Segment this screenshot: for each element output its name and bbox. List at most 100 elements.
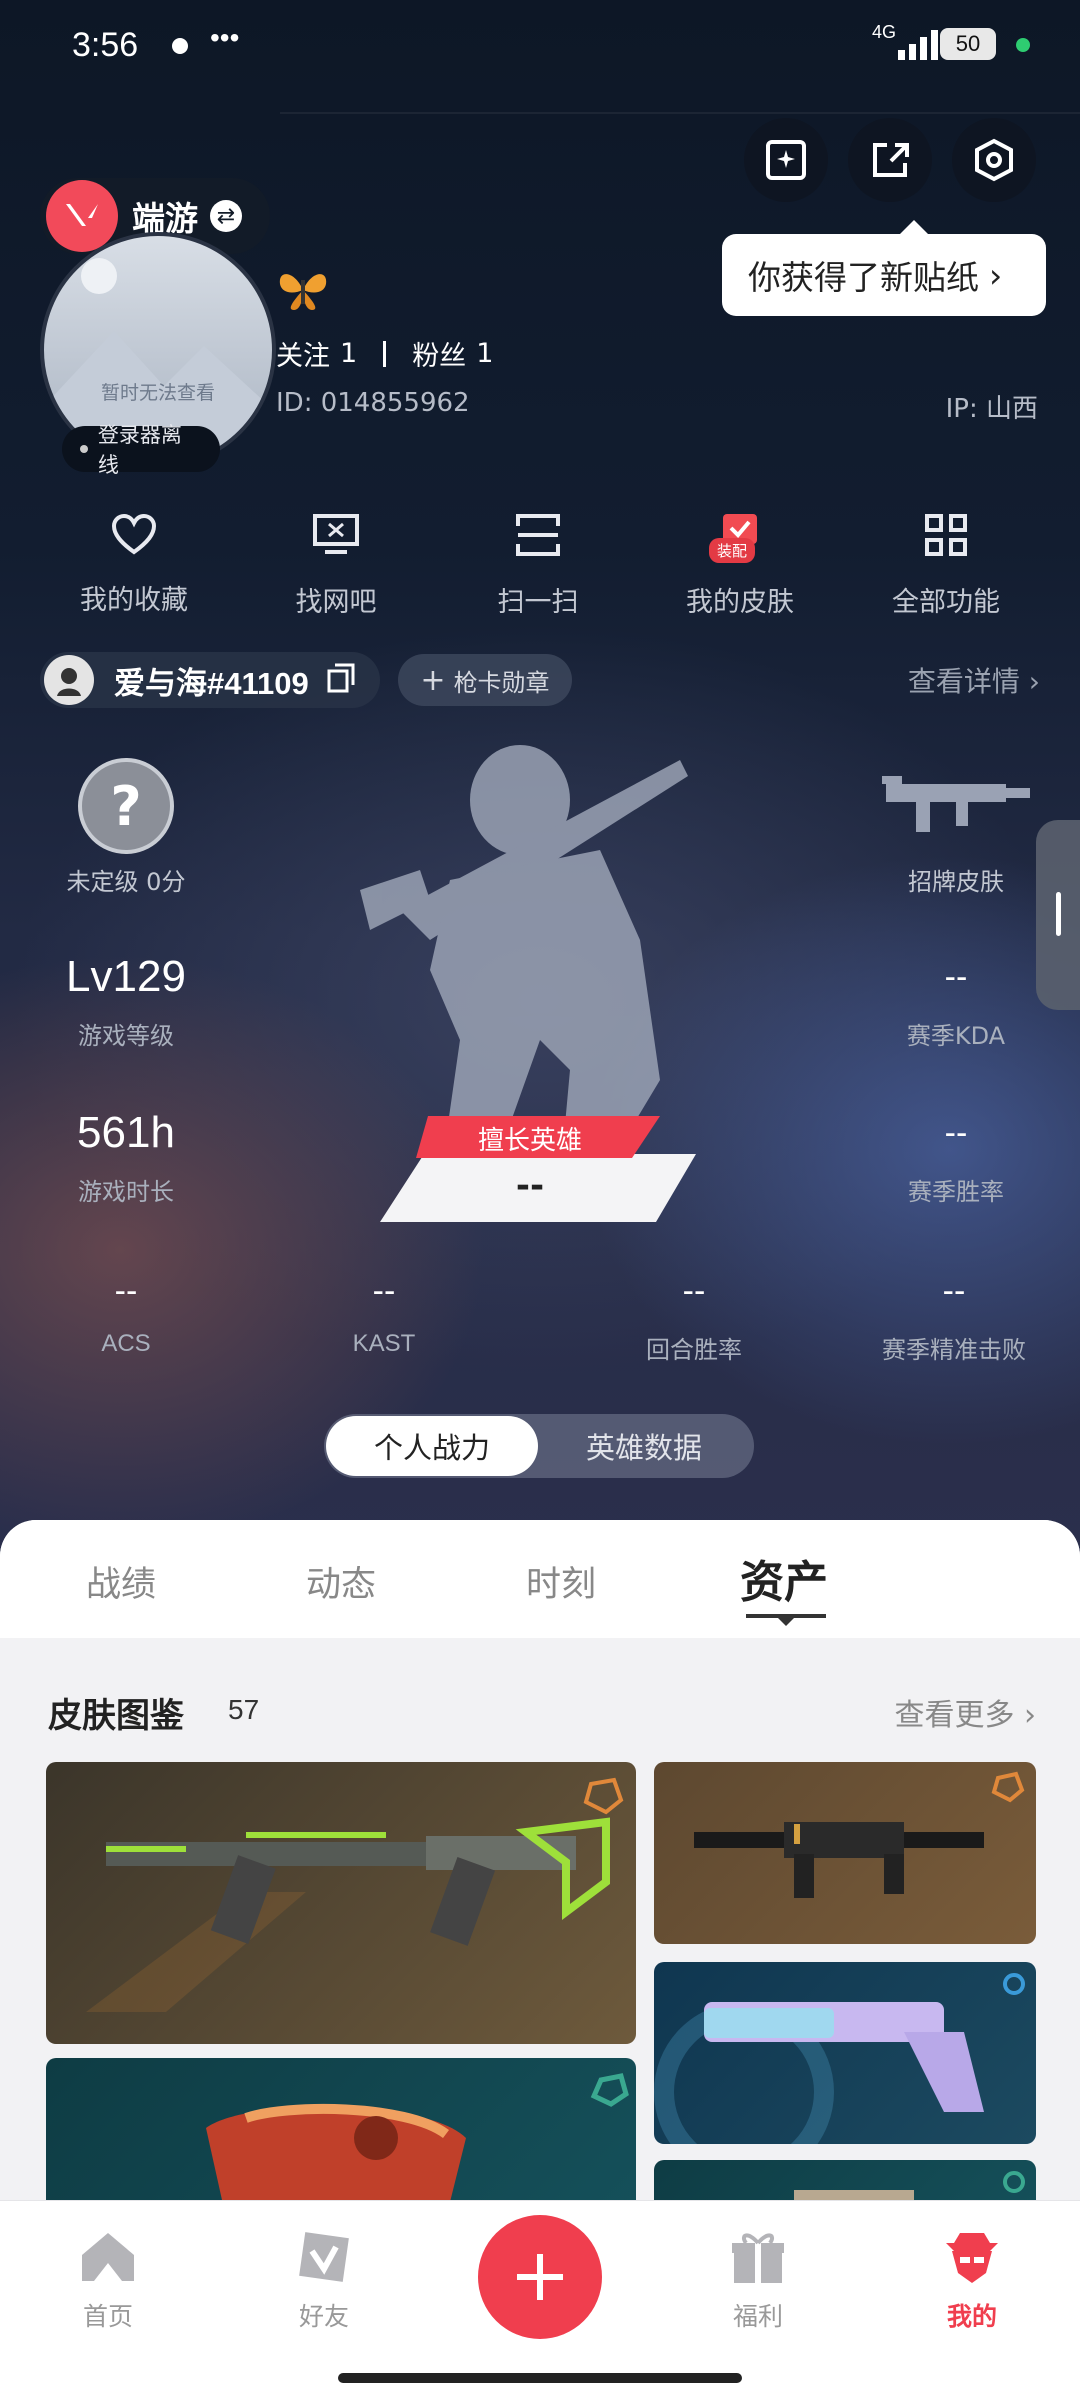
playtime-value: 561h [77, 1108, 175, 1157]
skin-card[interactable] [46, 1762, 636, 2044]
nav-benefits[interactable]: 福利 [698, 2229, 818, 2333]
stats-mode-segment: 个人战力 英雄数据 [324, 1414, 754, 1478]
player-name: 爱与海#41109 [114, 665, 309, 701]
playtime-label: 游戏时长 [78, 1178, 174, 1206]
quick-action-label: 找网吧 [295, 587, 377, 618]
acs-value: -- [114, 1272, 138, 1310]
quick-action-favorites[interactable]: 我的收藏 [34, 512, 234, 617]
nav-label: 我的 [946, 2302, 997, 2331]
fans-label: 粉丝 [412, 341, 467, 372]
skin-card[interactable] [654, 1962, 1036, 2144]
status-notification-icon [172, 38, 188, 54]
precise-kill-value: -- [942, 1272, 966, 1310]
friends-icon [299, 2232, 349, 2282]
nav-friends[interactable]: 好友 [264, 2229, 384, 2333]
view-more-label: 查看更多 [894, 1698, 1015, 1733]
active-tab-chevron [776, 1616, 796, 1626]
nav-label: 首页 [82, 2302, 133, 2331]
view-details-link[interactable]: 查看详情 › [908, 660, 1040, 700]
player-name-chip[interactable]: 爱与海#41109 [40, 652, 380, 708]
copy-icon[interactable] [327, 663, 355, 697]
skin-badge: 装配 [709, 538, 756, 563]
quick-action-skins[interactable]: 装配 我的皮肤 [640, 512, 840, 619]
signature-skin-label: 招牌皮肤 [908, 868, 1004, 896]
sticker-button[interactable] [744, 118, 828, 202]
follow-stats[interactable]: 关注 1 粉丝 1 [276, 334, 493, 373]
view-details-label: 查看详情 [907, 665, 1020, 698]
follow-label: 关注 [276, 341, 330, 372]
share-button[interactable] [848, 118, 932, 202]
card-badge-label: 枪卡勋章 [453, 668, 550, 697]
nav-label: 福利 [732, 2302, 783, 2331]
network-label: 4G [872, 22, 897, 42]
tab-record[interactable]: 战绩 [86, 1556, 156, 1607]
round-winrate-value: -- [682, 1272, 706, 1310]
round-winrate-label: 回合胜率 [646, 1336, 742, 1364]
quick-action-label: 全部功能 [892, 587, 1000, 618]
plus-icon: + [420, 662, 446, 698]
tab-highlights[interactable]: 时刻 [526, 1556, 596, 1607]
tab-assets[interactable]: 资产 [740, 1546, 828, 1610]
skin-card[interactable] [46, 2058, 636, 2218]
settings-button[interactable] [952, 118, 1036, 202]
grid-icon [925, 514, 967, 556]
tooltip-text: 你获得了新贴纸 [748, 258, 979, 297]
quick-action-scan[interactable]: 扫一扫 [438, 512, 638, 619]
butterfly-icon [276, 266, 330, 314]
quick-action-netcafe[interactable]: 找网吧 [236, 512, 436, 619]
chevron-right-icon: › [989, 255, 1003, 295]
level-label: 游戏等级 [78, 1022, 174, 1050]
skin-card[interactable] [654, 1762, 1036, 1944]
battery-level: 50 [955, 31, 981, 56]
pistol-skin-image [206, 2073, 629, 2218]
fans-count: 1 [476, 338, 494, 369]
player-emblem-icon [44, 655, 94, 705]
side-drawer-handle[interactable] [1036, 820, 1080, 1010]
monitor-icon [313, 514, 359, 554]
nav-create-button[interactable] [478, 2215, 602, 2339]
profile-icon [946, 2233, 998, 2283]
battery-icon: 50 [940, 28, 996, 60]
tab-moments-feed[interactable]: 动态 [306, 1556, 376, 1607]
tab-hero-data[interactable]: 英雄数据 [538, 1416, 750, 1476]
kda-label: 赛季KDA [906, 1022, 1006, 1050]
status-time: 3:56 [72, 26, 139, 64]
nav-profile[interactable]: 我的 [912, 2229, 1032, 2333]
new-sticker-tooltip[interactable]: 你获得了新贴纸 › [722, 220, 1046, 316]
best-hero-tag: 擅长英雄 [477, 1126, 582, 1156]
winrate-label: 赛季胜率 [908, 1178, 1004, 1206]
ip-location: IP: 山西 [945, 394, 1038, 424]
scan-icon [516, 514, 560, 556]
gift-icon [732, 2233, 784, 2283]
quick-action-all[interactable]: 全部功能 [846, 512, 1046, 619]
settings-icon [975, 138, 1013, 182]
quick-action-label: 我的皮肤 [686, 587, 794, 618]
user-id[interactable]: ID: 014855962 [276, 388, 470, 418]
view-more-link[interactable]: 查看更多 › [894, 1690, 1036, 1734]
sticker-icon [766, 140, 806, 180]
avatar-placeholder-text: 暂时无法查看 [100, 382, 215, 404]
nav-home[interactable]: 首页 [48, 2229, 168, 2333]
content-tabs: 战绩 动态 时刻 资产 [0, 1520, 1080, 1638]
skin-gallery-count: 57 [228, 1694, 260, 1725]
best-hero-card[interactable]: 擅长英雄 -- [380, 1116, 700, 1226]
nav-label: 好友 [298, 2302, 349, 2331]
share-icon [873, 143, 909, 177]
signature-skin-icon[interactable] [876, 770, 1036, 840]
pistol-skin-image [654, 1973, 1025, 2144]
chevron-right-icon: › [1028, 665, 1040, 698]
quick-action-label: 我的收藏 [80, 585, 188, 616]
kda-value: -- [944, 958, 968, 996]
swap-icon: ⇄ [210, 200, 242, 232]
rank-icon: ? [78, 758, 174, 854]
chevron-right-icon: › [1024, 1698, 1036, 1733]
bottom-navigation: 首页 好友 福利 我的 [0, 2200, 1080, 2401]
divider [383, 340, 387, 367]
quick-action-label: 扫一扫 [497, 587, 579, 618]
tab-personal-power[interactable]: 个人战力 [326, 1416, 538, 1476]
rifle-skin-image [86, 1777, 624, 2012]
home-icon [82, 2233, 134, 2281]
winrate-value: -- [944, 1114, 968, 1152]
card-badge-button[interactable]: + 枪卡勋章 [398, 654, 572, 706]
rifle-skin-image [694, 1771, 1025, 1898]
